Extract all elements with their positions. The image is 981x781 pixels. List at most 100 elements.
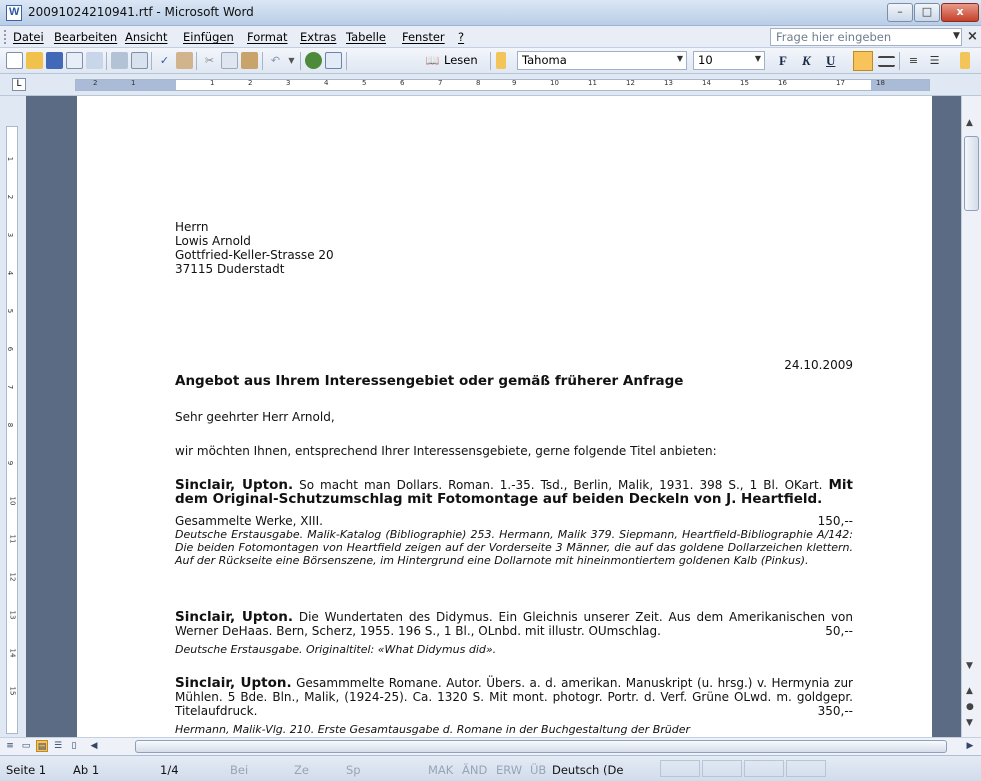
ruler-number: 5	[362, 79, 367, 87]
ruler-number: 2	[248, 79, 253, 87]
vertical-scrollbar[interactable]: ▲ ▼ ▲ ● ▼	[961, 96, 981, 737]
vruler-number: 10	[8, 496, 17, 506]
entry-note: Deutsche Erstausgabe. Originaltitel: «Wh…	[175, 643, 497, 656]
vruler-number: 3	[6, 232, 15, 238]
permission-icon[interactable]	[66, 52, 83, 69]
menu-datei[interactable]: Datei	[13, 30, 44, 44]
normal-view-icon[interactable]: ≡	[4, 740, 16, 752]
toolbar-options-icon[interactable]	[496, 52, 506, 69]
vertical-ruler: 1 2 3 4 5 6 7 8 9 10 11 12 13 14 15	[0, 96, 26, 737]
copy-icon[interactable]	[221, 52, 238, 69]
document-page[interactable]: Herrn Lowis Arnold Gottfried-Keller-Stra…	[77, 96, 932, 737]
ruler-number: 12	[626, 79, 635, 87]
entry-tail: Gesammelte Werke, XIII.	[175, 514, 323, 528]
status-language[interactable]: Deutsch (De	[552, 763, 623, 777]
new-document-icon[interactable]	[6, 52, 23, 69]
status-spelling-box[interactable]	[660, 760, 700, 777]
document-close-icon[interactable]: ×	[967, 29, 978, 44]
bullet-list-icon[interactable]: ☰	[926, 52, 943, 69]
vertical-scroll-thumb[interactable]	[964, 136, 979, 211]
menu-einfuegen[interactable]: Einfügen	[183, 30, 234, 44]
print-layout-icon[interactable]: ▤	[36, 740, 48, 752]
menu-extras[interactable]: Extras	[300, 30, 336, 44]
menu-fenster[interactable]: Fenster	[402, 30, 445, 44]
research-icon[interactable]	[176, 52, 193, 69]
save-icon[interactable]	[46, 52, 63, 69]
italic-button[interactable]: K	[802, 53, 811, 69]
vruler-number: 14	[8, 648, 17, 658]
help-dropdown-icon[interactable]: ▼	[953, 31, 960, 41]
status-track-changes[interactable]: ÄND	[462, 763, 487, 777]
scroll-down-icon[interactable]: ▼	[966, 661, 973, 671]
address-line: Gottfried-Keller-Strasse 20	[175, 248, 334, 262]
print-icon[interactable]	[111, 52, 128, 69]
menu-format[interactable]: Format	[247, 30, 288, 44]
status-bar: Seite 1 Ab 1 1/4 Bei Ze Sp MAK ÄND ERW Ü…	[0, 755, 981, 781]
reading-layout-icon[interactable]: ▯	[68, 740, 80, 752]
align-center-icon[interactable]	[878, 56, 895, 67]
cut-icon[interactable]: ✂	[201, 52, 218, 69]
document-area[interactable]: Herrn Lowis Arnold Gottfried-Keller-Stra…	[26, 96, 961, 737]
tab-selector-icon[interactable]: L	[12, 78, 26, 91]
window-title: 20091024210941.rtf - Microsoft Word	[28, 5, 254, 19]
menu-help[interactable]: ?	[458, 30, 464, 44]
close-button[interactable]: x	[941, 3, 979, 22]
align-left-button[interactable]	[853, 51, 873, 71]
toolbar-options-icon[interactable]	[960, 52, 970, 69]
undo-dropdown-icon[interactable]: ▼	[283, 52, 300, 69]
table-icon[interactable]	[325, 52, 342, 69]
ruler-number: 14	[702, 79, 711, 87]
scroll-left-icon[interactable]: ◀	[88, 740, 100, 752]
letter-salutation: Sehr geehrter Herr Arnold,	[175, 410, 335, 424]
menu-ansicht[interactable]: Ansicht	[125, 30, 167, 44]
vertical-ruler-strip[interactable]: 1 2 3 4 5 6 7 8 9 10 11 12 13 14 15	[6, 126, 18, 734]
chevron-down-icon[interactable]: ▼	[755, 54, 761, 63]
print-preview-icon[interactable]	[131, 52, 148, 69]
scroll-right-icon[interactable]: ▶	[964, 740, 976, 752]
paste-icon[interactable]	[241, 52, 258, 69]
menu-tabelle[interactable]: Tabelle	[346, 30, 386, 44]
vruler-number: 15	[8, 686, 17, 696]
menu-grip[interactable]	[4, 30, 7, 44]
status-page: Seite 1	[6, 763, 47, 777]
word-app-icon[interactable]	[6, 5, 22, 21]
address-line: 37115 Duderstadt	[175, 262, 285, 276]
next-page-icon[interactable]: ▼	[966, 718, 973, 728]
vruler-number: 11	[8, 534, 17, 544]
open-folder-icon[interactable]	[26, 52, 43, 69]
select-browse-object-icon[interactable]: ●	[966, 702, 974, 712]
status-macro-record[interactable]: MAK	[428, 763, 453, 777]
undo-icon[interactable]: ↶	[267, 52, 284, 69]
maximize-button[interactable]: □	[914, 3, 940, 22]
underline-button[interactable]: U	[826, 53, 835, 69]
entry-note: Deutsche Erstausgabe. Malik-Katalog (Bib…	[175, 528, 853, 567]
ruler-number: 17	[836, 79, 845, 87]
menu-bearbeiten[interactable]: Bearbeiten	[54, 30, 117, 44]
ruler-number: 1	[131, 79, 136, 87]
scroll-up-icon[interactable]: ▲	[966, 118, 973, 128]
minimize-button[interactable]: –	[887, 3, 913, 22]
spelling-icon[interactable]: ✓	[156, 52, 173, 69]
outline-view-icon[interactable]: ☰	[52, 740, 64, 752]
font-name-select[interactable]: Tahoma ▼	[517, 51, 687, 70]
ruler-number: 2	[93, 79, 98, 87]
horizontal-scroll-thumb[interactable]	[135, 740, 947, 753]
status-extend[interactable]: ERW	[496, 763, 522, 777]
read-mode-button[interactable]: Lesen	[444, 53, 478, 67]
vruler-number: 1	[6, 156, 15, 162]
font-size-select[interactable]: 10 ▼	[693, 51, 765, 70]
status-overtype[interactable]: ÜB	[530, 763, 546, 777]
help-search-input[interactable]: Frage hier eingeben	[770, 28, 962, 46]
web-layout-icon[interactable]: ▭	[20, 740, 32, 752]
ruler-strip[interactable]: 2 1 1 2 3 4 5 6 7 8 9 10 11 12 13 14 15 …	[75, 79, 930, 91]
book-icon[interactable]: 📖	[424, 52, 441, 69]
status-line: Ze	[294, 763, 309, 777]
chevron-down-icon[interactable]: ▼	[677, 54, 683, 63]
hyperlink-icon[interactable]	[305, 52, 322, 69]
bold-button[interactable]: F	[779, 53, 787, 69]
previous-page-icon[interactable]: ▲	[966, 686, 973, 696]
toolbar-separator	[490, 52, 491, 70]
numbered-list-icon[interactable]: ≡	[905, 52, 922, 69]
email-icon[interactable]	[86, 52, 103, 69]
horizontal-scrollbar[interactable]: ≡ ▭ ▤ ☰ ▯ ◀ ▶	[0, 737, 981, 755]
